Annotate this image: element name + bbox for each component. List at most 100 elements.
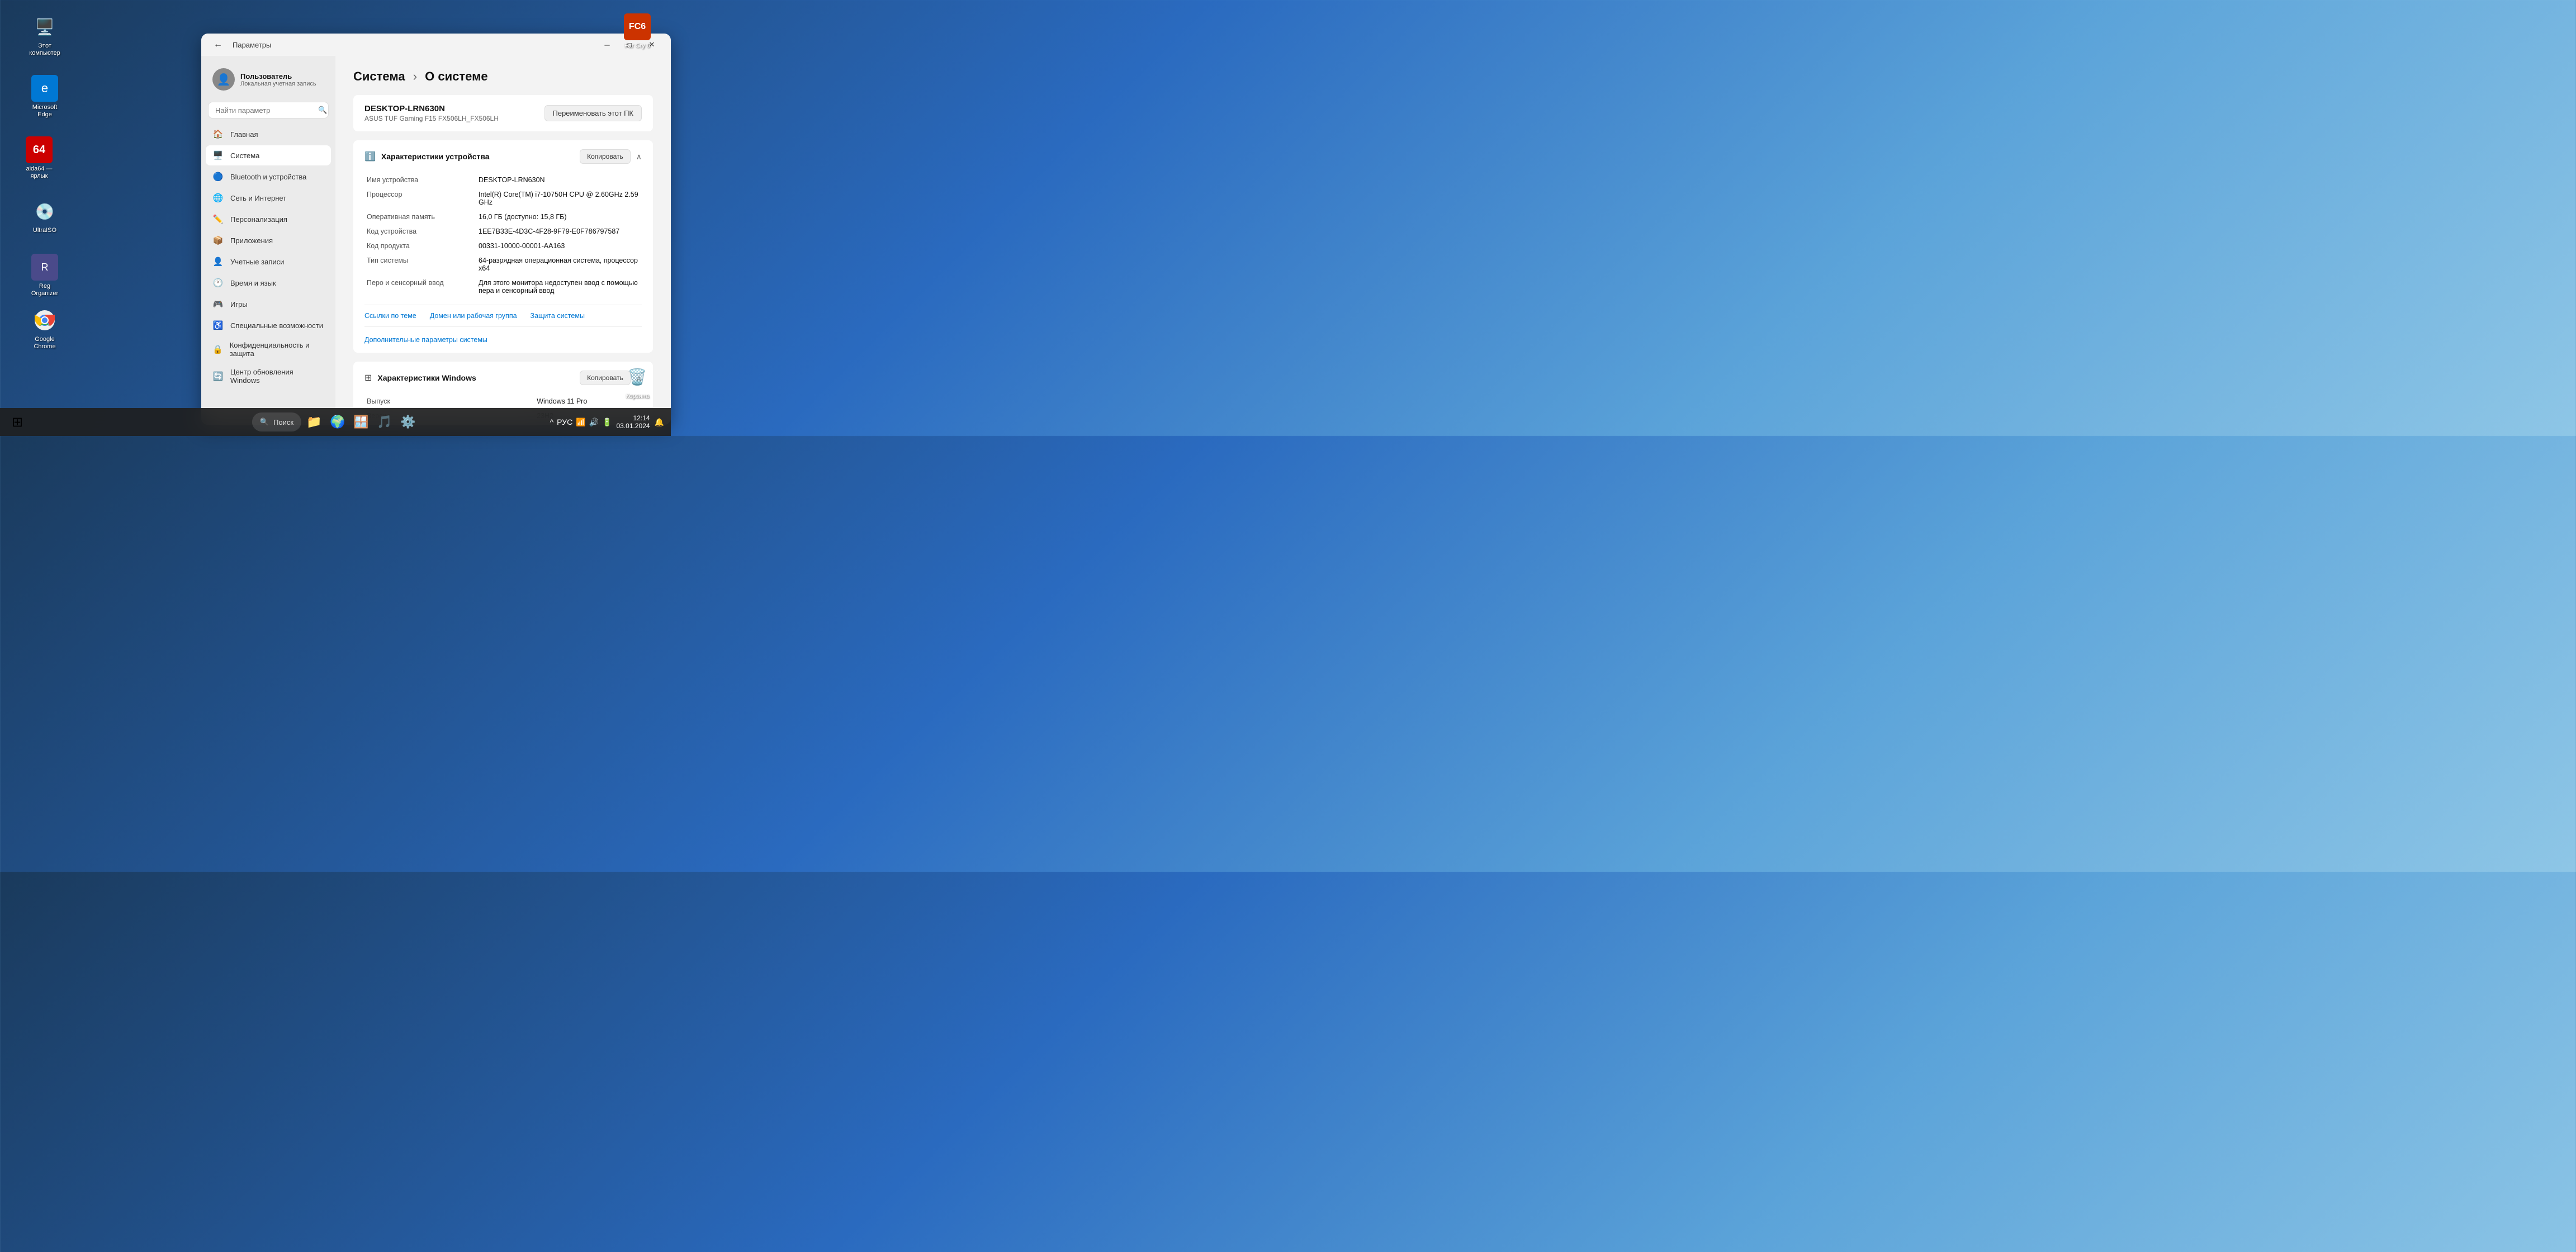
avatar: 👤: [212, 68, 235, 91]
device-info-table: Имя устройства DESKTOP-LRN630N Процессор…: [364, 173, 642, 298]
sidebar-item-label: Bluetooth и устройства: [230, 173, 306, 181]
back-button[interactable]: ←: [210, 37, 226, 53]
tray-language[interactable]: РУС: [557, 418, 572, 426]
device-info-header: DESKTOP-LRN630N ASUS TUF Gaming F15 FX50…: [353, 95, 653, 131]
desktop-icon-farcry6[interactable]: FC6 Far Cry 6: [615, 11, 660, 52]
update-icon: 🔄: [212, 371, 224, 382]
link-domain[interactable]: Домен или рабочая группа: [430, 312, 517, 320]
gaming-icon: 🎮: [212, 298, 224, 310]
chrome-icon: [31, 307, 58, 334]
sidebar-item-label: Конфиденциальность и защита: [230, 341, 324, 358]
desktop-icon-chrome[interactable]: GoogleChrome: [22, 305, 67, 353]
sidebar-item-label: Система: [230, 151, 259, 160]
row-value: 16,0 ГБ (доступно: 15,8 ГБ): [476, 210, 642, 224]
taskbar-icon-music[interactable]: 🎵: [374, 411, 395, 433]
table-row: Оперативная память 16,0 ГБ (доступно: 15…: [364, 210, 642, 224]
sidebar-item-network[interactable]: 🌐 Сеть и Интернет: [206, 188, 331, 208]
search-icon: 🔍: [318, 106, 327, 115]
row-value: 64-разрядная операционная система, проце…: [476, 253, 642, 276]
aida64-label: aida64 —ярлык: [26, 165, 52, 180]
table-row: Процессор Intel(R) Core(TM) i7-10750H CP…: [364, 187, 642, 210]
tray-battery-icon[interactable]: 🔋: [602, 418, 612, 427]
recycle-label: Корзина: [626, 393, 649, 400]
breadcrumb-current: О системе: [425, 69, 487, 83]
clock-time: 12:14: [617, 414, 650, 422]
sidebar-item-update[interactable]: 🔄 Центр обновления Windows: [206, 363, 331, 389]
this-pc-icon: 🖥️: [31, 13, 58, 40]
copy-device-button[interactable]: Копировать: [580, 149, 631, 164]
row-value: 00331-10000-00001-AA163: [476, 239, 642, 253]
tray-chevron-icon[interactable]: ^: [550, 418, 554, 426]
sidebar-item-home[interactable]: 🏠 Главная: [206, 124, 331, 144]
sidebar-item-accounts[interactable]: 👤 Учетные записи: [206, 252, 331, 272]
sidebar-item-label: Главная: [230, 130, 258, 139]
desktop-icon-aida64[interactable]: 64 aida64 —ярлык: [17, 134, 61, 182]
user-info: Пользователь Локальная учетная запись: [240, 72, 316, 87]
search-input[interactable]: [215, 106, 314, 115]
taskbar-icon-store[interactable]: 🪟: [351, 411, 372, 433]
desktop-icon-ultraiso[interactable]: 💿 UltraISO: [22, 196, 67, 236]
link-by-theme[interactable]: Ссылки по теме: [364, 312, 416, 320]
clock-date: 03.01.2024: [617, 422, 650, 430]
sidebar-item-accessibility[interactable]: ♿ Специальные возможности: [206, 315, 331, 335]
row-label: Код продукта: [364, 239, 476, 253]
tray-volume-icon[interactable]: 🔊: [589, 418, 599, 427]
row-label: Процессор: [364, 187, 476, 210]
table-row: Тип системы 64-разрядная операционная си…: [364, 253, 642, 276]
device-name: DESKTOP-LRN630N: [364, 104, 499, 113]
taskbar-icon-browser[interactable]: 🌍: [327, 411, 348, 433]
row-value: Для этого монитора недоступен ввод с пом…: [476, 276, 642, 298]
windows-icon: ⊞: [364, 372, 372, 383]
section-links: Ссылки по теме Домен или рабочая группа …: [364, 305, 642, 327]
link-protection[interactable]: Защита системы: [531, 312, 585, 320]
sidebar-item-time[interactable]: 🕐 Время и язык: [206, 273, 331, 293]
row-label: Код устройства: [364, 224, 476, 239]
time-display[interactable]: 12:14 03.01.2024: [617, 414, 650, 430]
row-label: Тип системы: [364, 253, 476, 276]
sidebar-item-apps[interactable]: 📦 Приложения: [206, 230, 331, 250]
desktop-icon-this-pc[interactable]: 🖥️ Этоткомпьютер: [22, 11, 67, 59]
window-title: Параметры: [233, 41, 271, 49]
row-value: 1EE7B33E-4D3C-4F28-9F79-E0F786797587: [476, 224, 642, 239]
link-advanced-params[interactable]: Дополнительные параметры системы: [364, 336, 642, 344]
breadcrumb-parent: Система: [353, 69, 405, 83]
windows-section-title: Характеристики Windows: [377, 373, 476, 382]
sidebar-item-label: Приложения: [230, 236, 273, 245]
user-section[interactable]: 👤 Пользователь Локальная учетная запись: [206, 63, 331, 96]
rename-pc-button[interactable]: Переименовать этот ПК: [544, 105, 642, 121]
desktop-icon-edge[interactable]: e MicrosoftEdge: [22, 73, 67, 121]
sidebar-item-privacy[interactable]: 🔒 Конфиденциальность и защита: [206, 336, 331, 362]
taskbar-search[interactable]: 🔍 Поиск: [252, 412, 301, 431]
bluetooth-icon: 🔵: [212, 171, 224, 182]
sidebar-item-system[interactable]: 🖥️ Система: [206, 145, 331, 165]
sidebar-item-label: Время и язык: [230, 279, 276, 287]
tray-wifi-icon[interactable]: 📶: [576, 418, 585, 427]
search-box[interactable]: 🔍: [208, 102, 329, 118]
device-identity: DESKTOP-LRN630N ASUS TUF Gaming F15 FX50…: [364, 104, 499, 122]
taskbar-left: ⊞: [7, 411, 28, 433]
tray-notification-icon[interactable]: 🔔: [655, 418, 664, 427]
time-icon: 🕐: [212, 277, 224, 288]
collapse-device-button[interactable]: ∧: [636, 152, 642, 162]
sidebar-item-personalization[interactable]: ✏️ Персонализация: [206, 209, 331, 229]
sidebar: 👤 Пользователь Локальная учетная запись …: [201, 56, 335, 425]
sidebar-item-gaming[interactable]: 🎮 Игры: [206, 294, 331, 314]
recycle-icon: 🗑️: [624, 364, 651, 391]
sidebar-item-bluetooth[interactable]: 🔵 Bluetooth и устройства: [206, 167, 331, 187]
taskbar-icon-files[interactable]: 📁: [304, 411, 325, 433]
info-icon: ℹ️: [364, 151, 376, 162]
section-title-row: ℹ️ Характеристики устройства: [364, 151, 490, 162]
table-row: Имя устройства DESKTOP-LRN630N: [364, 173, 642, 187]
chrome-label: GoogleChrome: [34, 336, 55, 350]
search-label: Поиск: [273, 418, 293, 426]
farcry6-label: Far Cry 6: [624, 42, 650, 50]
title-bar: ← Параметры ─ □ ✕: [201, 34, 671, 56]
sidebar-item-label: Игры: [230, 300, 248, 309]
row-label: Перо и сенсорный ввод: [364, 276, 476, 298]
desktop-icon-recycle[interactable]: 🗑️ Корзина: [615, 362, 660, 402]
desktop-icon-reg-organizer[interactable]: R RegOrganizer: [22, 252, 67, 300]
start-button[interactable]: ⊞: [7, 411, 28, 433]
minimize-button[interactable]: ─: [597, 37, 617, 53]
sidebar-item-label: Специальные возможности: [230, 321, 323, 330]
taskbar-icon-settings[interactable]: ⚙️: [397, 411, 419, 433]
